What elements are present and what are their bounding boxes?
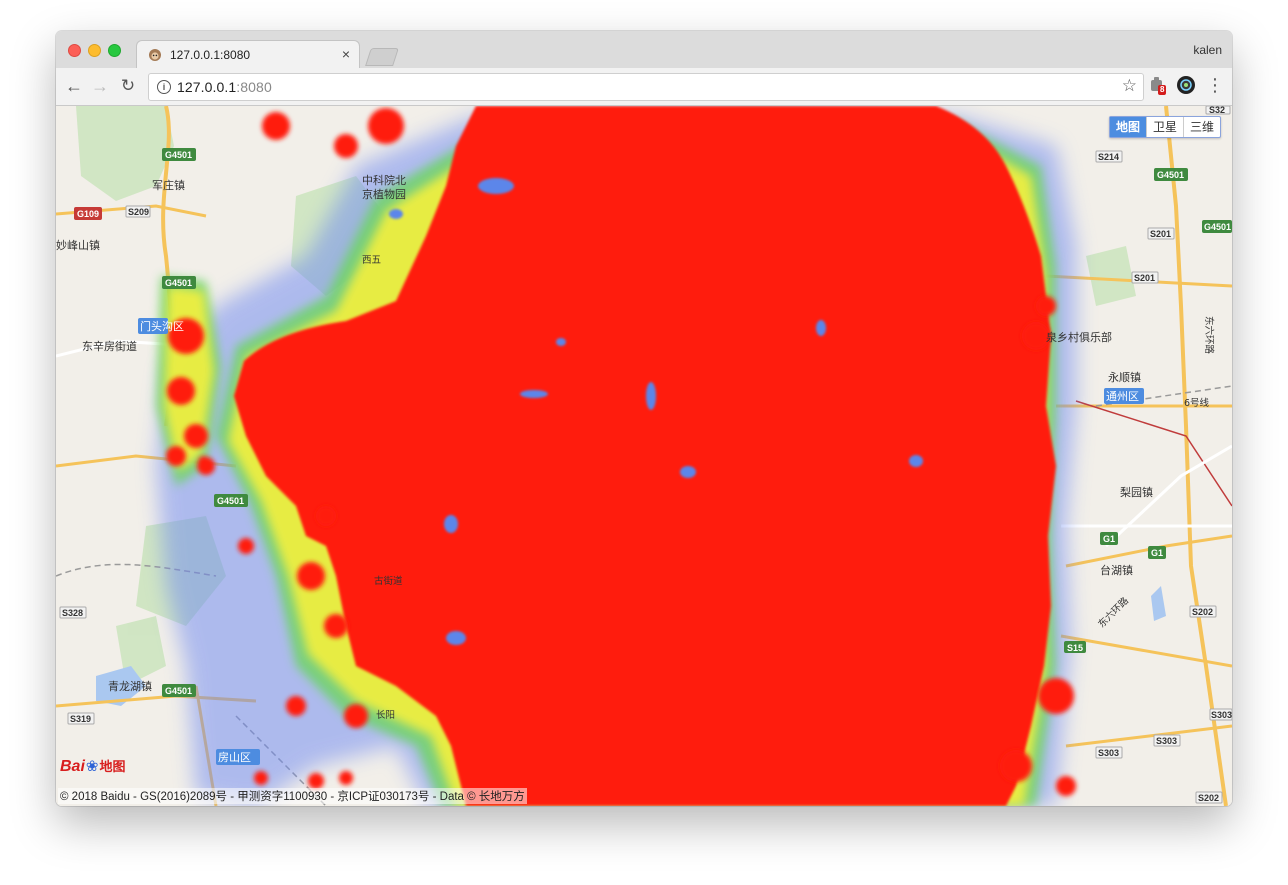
map-type-switcher: 地图 卫星 三维	[1108, 116, 1221, 138]
extension-badge: 8	[1158, 85, 1167, 95]
close-window-button[interactable]	[68, 44, 81, 57]
reload-icon[interactable]: ↻	[118, 76, 138, 96]
label-zhongkeyuan: 中科院北	[362, 173, 406, 187]
label-dongliuhuan-north: 东六环路	[1203, 316, 1215, 355]
svg-text:S303: S303	[1211, 710, 1232, 720]
badge-g4501-e: G4501	[1154, 168, 1188, 181]
badge-s32: S32	[1205, 106, 1231, 115]
address-bar[interactable]: i 127.0.0.1:8080 ☆	[148, 73, 1144, 101]
svg-text:G4501: G4501	[165, 278, 192, 288]
badge-s202: S202	[1189, 605, 1217, 618]
label-taihu: 台湖镇	[1100, 563, 1133, 577]
svg-text:G4501: G4501	[1157, 170, 1184, 180]
bookmark-star-icon[interactable]: ☆	[1122, 76, 1137, 96]
badge-g4501-c: G4501	[214, 494, 248, 507]
svg-text:S319: S319	[70, 714, 91, 724]
svg-text:G109: G109	[77, 209, 99, 219]
badge-s303-a: S303	[1209, 708, 1232, 721]
label-qinglong: 青龙湖镇	[108, 679, 152, 693]
badge-g109: G109	[74, 207, 102, 220]
url-host: 127.0.0.1	[177, 79, 237, 95]
profile-name[interactable]: kalen	[1193, 43, 1222, 57]
label-yongshun: 永顺镇	[1108, 370, 1141, 384]
minimize-window-button[interactable]	[88, 44, 101, 57]
svg-text:S202: S202	[1192, 607, 1213, 617]
url-text[interactable]: 127.0.0.1:8080	[177, 79, 272, 95]
badge-s303-c: S303	[1095, 746, 1123, 759]
logo-text: Bai	[60, 758, 85, 775]
map-type-satellite-button[interactable]: 卫星	[1145, 117, 1183, 137]
menu-kebab-icon[interactable]: ⋮	[1206, 75, 1224, 95]
label-mentou: 门头沟区	[140, 319, 184, 333]
back-arrow-icon[interactable]: ←	[64, 76, 84, 96]
url-port: :8080	[236, 79, 272, 95]
svg-text:S303: S303	[1156, 736, 1177, 746]
svg-text:S32: S32	[1209, 106, 1225, 115]
svg-text:S214: S214	[1098, 152, 1119, 162]
baidu-heatmap[interactable]: 军庄镇 妙峰山镇 东辛房街道 门头沟区 青龙湖镇 房山区 中科院北 京植物园 西…	[56, 106, 1232, 806]
svg-text:S202: S202	[1198, 793, 1219, 803]
label-jingzhiwu: 京植物园	[362, 187, 406, 201]
label-liuhao: 6号线	[1184, 397, 1210, 409]
badge-s319: S319	[67, 712, 95, 725]
lens-icon	[1180, 79, 1192, 91]
label-liyuan: 梨园镇	[1120, 485, 1153, 499]
map-type-3d-button[interactable]: 三维	[1182, 117, 1220, 137]
label-dongxinfang: 东辛房街道	[82, 339, 137, 353]
map-container[interactable]: 军庄镇 妙峰山镇 东辛房街道 门头沟区 青龙湖镇 房山区 中科院北 京植物园 西…	[56, 106, 1232, 806]
badge-g4501-a: G4501	[162, 148, 196, 161]
label-miaofengshan: 妙峰山镇	[56, 238, 100, 252]
badge-g1-b: G1	[1148, 546, 1166, 559]
extension-icon[interactable]: 8	[1149, 76, 1169, 96]
badge-g4501-b: G4501	[162, 276, 196, 289]
forward-arrow-icon[interactable]: →	[90, 76, 110, 96]
badge-s303-b: S303	[1153, 734, 1181, 747]
label-quanxiangcun: 泉乡村俱乐部	[1046, 330, 1112, 344]
tab-title: 127.0.0.1:8080	[170, 48, 251, 62]
title-bar: 127.0.0.1:8080 × kalen	[56, 31, 1232, 70]
svg-text:G4501: G4501	[217, 496, 244, 506]
badge-s214: S214	[1095, 150, 1123, 163]
badge-s328: S328	[59, 606, 87, 619]
browser-toolbar: ← → ↻ i 127.0.0.1:8080 ☆ 8 ⋮	[56, 68, 1232, 106]
badge-g1-a: G1	[1100, 532, 1118, 545]
browser-tab[interactable]: 127.0.0.1:8080 ×	[136, 40, 360, 70]
info-icon[interactable]: i	[157, 80, 171, 94]
svg-text:S328: S328	[62, 608, 83, 618]
browser-window: 127.0.0.1:8080 × kalen ← → ↻ i 127.0.0.1…	[56, 31, 1232, 806]
map-copyright: © 2018 Baidu - GS(2016)2089号 - 甲测资字11009…	[58, 788, 527, 804]
svg-text:S201: S201	[1150, 229, 1171, 239]
monkey-favicon-icon	[149, 49, 161, 61]
paw-icon: ❀	[85, 758, 99, 775]
map-type-map-button[interactable]: 地图	[1109, 117, 1146, 137]
svg-text:S15: S15	[1067, 643, 1083, 653]
svg-text:S303: S303	[1098, 748, 1119, 758]
label-junzhuang: 军庄镇	[152, 178, 185, 192]
badge-s201-a: S201	[1147, 227, 1175, 240]
badge-g4501-f: G4501	[1202, 220, 1232, 233]
svg-text:S201: S201	[1134, 273, 1155, 283]
badge-s209: S209	[125, 205, 151, 218]
camera-extension-icon[interactable]	[1177, 76, 1195, 94]
label-tongzhou: 通州区	[1106, 390, 1139, 403]
logo-suffix: 地图	[99, 759, 126, 774]
svg-text:G1: G1	[1151, 548, 1163, 558]
svg-text:S209: S209	[128, 207, 149, 217]
new-tab-button[interactable]	[365, 48, 399, 66]
maximize-window-button[interactable]	[108, 44, 121, 57]
svg-text:G4501: G4501	[1204, 222, 1231, 232]
badge-s202-b: S202	[1195, 791, 1223, 804]
label-changyang: 长阳	[376, 709, 395, 721]
badge-g4501-d: G4501	[162, 684, 196, 697]
svg-text:G1: G1	[1103, 534, 1115, 544]
baidu-map-logo[interactable]: Bai❀地图	[60, 756, 126, 780]
badge-s15: S15	[1064, 641, 1086, 653]
label-fangshan: 房山区	[218, 751, 251, 764]
svg-text:G4501: G4501	[165, 686, 192, 696]
label-gujiedao: 古街道	[374, 575, 403, 587]
tab-close-icon[interactable]: ×	[342, 46, 350, 62]
label-xiwu: 西五	[362, 255, 381, 266]
svg-text:G4501: G4501	[165, 150, 192, 160]
badge-s201-b: S201	[1131, 271, 1159, 284]
